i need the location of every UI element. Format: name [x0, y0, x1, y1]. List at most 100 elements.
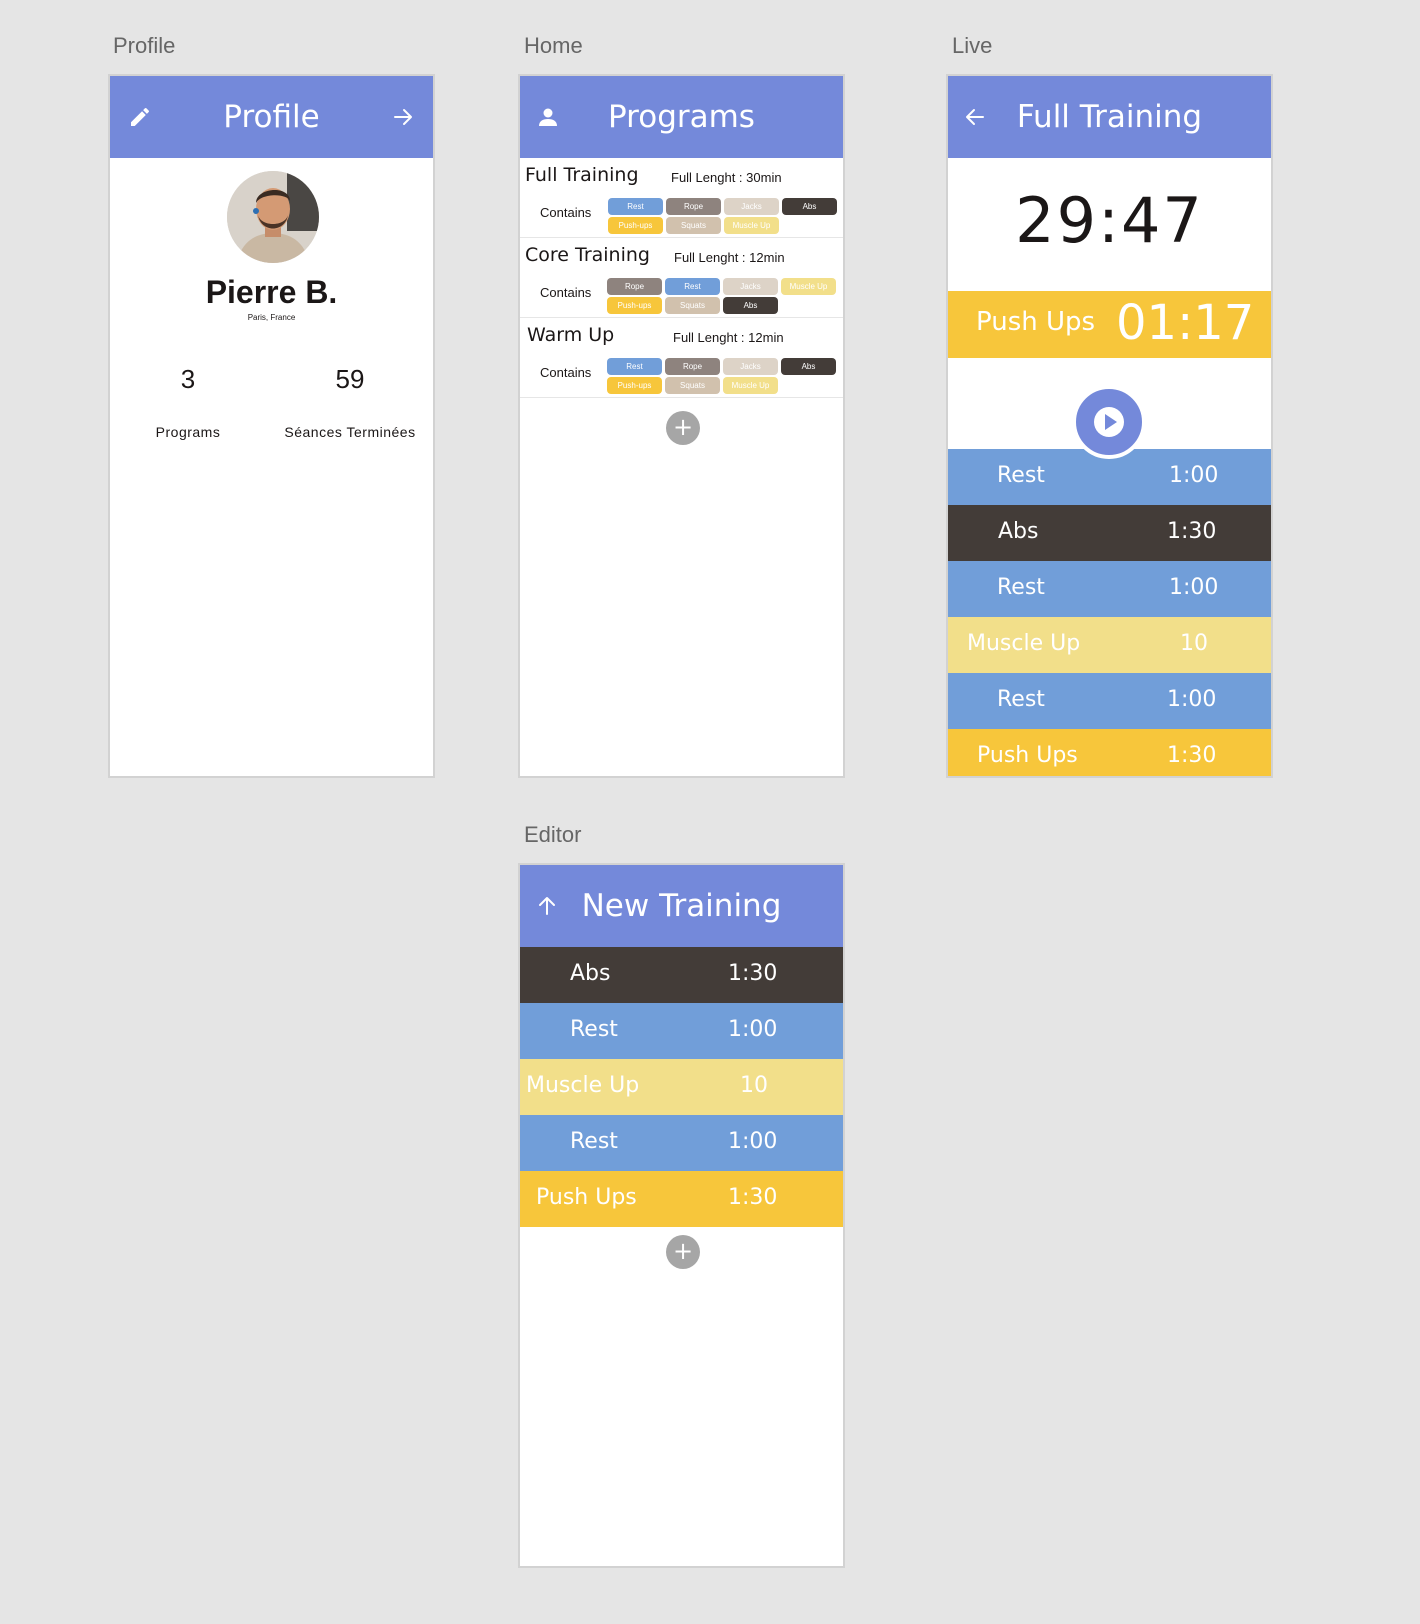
- tag-muscle-up: Muscle Up: [723, 377, 778, 394]
- tag-rope: Rope: [666, 198, 721, 215]
- editor-row-rest[interactable]: Rest 1:00: [520, 1003, 843, 1059]
- tag-muscle-up: Muscle Up: [724, 217, 779, 234]
- stat-sessions-value: 59: [335, 364, 365, 394]
- queue-row-name: Push Ups: [977, 743, 1078, 768]
- program-name: Core Training: [525, 244, 650, 266]
- editor-screen: New Training Abs 1:30 Rest 1:00 Muscle U…: [518, 863, 845, 1568]
- editor-row-name: Muscle Up: [526, 1073, 640, 1098]
- profile-location: Paris, France: [247, 313, 296, 322]
- tag-jacks: Jacks: [723, 278, 778, 295]
- tag-push-ups: Push-ups: [608, 217, 663, 234]
- live-header: Full Training: [948, 76, 1271, 158]
- queue-row-name: Rest: [997, 687, 1045, 712]
- tag-jacks: Jacks: [724, 198, 779, 215]
- program-name: Full Training: [525, 164, 639, 186]
- editor-row-abs[interactable]: Abs 1:30: [520, 947, 843, 1003]
- program-card[interactable]: Full Training Full Lenght : 30min Contai…: [520, 158, 843, 238]
- page-title: New Training: [581, 888, 782, 924]
- current-exercise-timer: 01:17: [1116, 295, 1255, 351]
- contains-label: Contains: [540, 365, 592, 380]
- tag-rest: Rest: [607, 358, 662, 375]
- program-length: Full Lenght : 12min: [673, 330, 784, 345]
- add-program-button[interactable]: +: [666, 411, 700, 445]
- tag-jacks: Jacks: [723, 358, 778, 375]
- queue-row-value: 1:30: [1167, 743, 1217, 768]
- tag-rest: Rest: [665, 278, 720, 295]
- queue-row-muscle-up[interactable]: Muscle Up 10: [948, 617, 1271, 673]
- tag-muscle-up: Muscle Up: [781, 278, 836, 295]
- editor-row-value: 1:30: [728, 961, 778, 986]
- tag-squats: Squats: [665, 297, 720, 314]
- avatar: [227, 171, 319, 263]
- queue-row-name: Rest: [997, 463, 1045, 488]
- editor-row-value: 1:00: [728, 1017, 778, 1042]
- current-exercise-name: Push Ups: [976, 307, 1096, 337]
- profile-name: Pierre B.: [205, 274, 338, 310]
- queue-row-push-ups[interactable]: Push Ups 1:30: [948, 729, 1271, 776]
- page-title: Programs: [608, 99, 755, 135]
- play-icon: [1094, 407, 1124, 437]
- pencil-icon[interactable]: [128, 105, 152, 129]
- tag-rope: Rope: [607, 278, 662, 295]
- home-header: Programs: [520, 76, 843, 158]
- queue-row-value: 1:30: [1167, 519, 1217, 544]
- queue-row-rest[interactable]: Rest 1:00: [948, 673, 1271, 729]
- editor-header: New Training: [520, 865, 843, 947]
- page-title: Profile: [223, 99, 320, 135]
- contains-label: Contains: [540, 285, 592, 300]
- artboard-title-profile: Profile: [113, 33, 176, 58]
- add-exercise-button[interactable]: +: [666, 1235, 700, 1269]
- editor-row-rest[interactable]: Rest 1:00: [520, 1115, 843, 1171]
- artboard-title-home: Home: [524, 33, 583, 58]
- queue-row-abs[interactable]: Abs 1:30: [948, 505, 1271, 561]
- profile-screen: Profile Pierre B. Paris, France 3 Progra…: [108, 74, 435, 778]
- tag-squats: Squats: [665, 377, 720, 394]
- editor-row-push-ups[interactable]: Push Ups 1:30: [520, 1171, 843, 1227]
- queue-row-value: 10: [1180, 631, 1208, 656]
- play-button[interactable]: [1072, 385, 1146, 459]
- tag-push-ups: Push-ups: [607, 297, 662, 314]
- editor-row-value: 1:00: [728, 1129, 778, 1154]
- artboard-title-editor: Editor: [524, 822, 582, 847]
- tag-abs: Abs: [782, 198, 837, 215]
- program-name: Warm Up: [527, 324, 615, 346]
- editor-row-name: Push Ups: [536, 1185, 637, 1210]
- queue-row-rest[interactable]: Rest 1:00: [948, 561, 1271, 617]
- page-title: Full Training: [1016, 99, 1203, 135]
- editor-row-name: Abs: [570, 961, 611, 986]
- stat-sessions-label: Séances Terminées: [284, 424, 416, 440]
- queue-row-name: Muscle Up: [967, 631, 1081, 656]
- stat-programs-value: 3: [180, 364, 196, 394]
- queue-row-name: Abs: [998, 519, 1039, 544]
- queue-row-value: 1:00: [1167, 687, 1217, 712]
- queue-row-name: Rest: [997, 575, 1045, 600]
- editor-row-muscle-up[interactable]: Muscle Up 10: [520, 1059, 843, 1115]
- live-screen: Full Training 29:47 Push Ups 01:17 Rest …: [946, 74, 1273, 778]
- editor-row-value: 1:30: [728, 1185, 778, 1210]
- arrow-left-icon[interactable]: [963, 105, 987, 129]
- queue-row-value: 1:00: [1169, 463, 1219, 488]
- editor-row-value: 10: [740, 1073, 768, 1098]
- arrow-right-icon[interactable]: [391, 105, 415, 129]
- tag-rest: Rest: [608, 198, 663, 215]
- queue-row-value: 1:00: [1169, 575, 1219, 600]
- editor-row-name: Rest: [570, 1017, 618, 1042]
- artboard-title-live: Live: [952, 33, 993, 58]
- program-card[interactable]: Core Training Full Lenght : 12min Contai…: [520, 238, 843, 318]
- program-length: Full Lenght : 12min: [674, 250, 785, 265]
- tag-abs: Abs: [781, 358, 836, 375]
- profile-header: Profile: [110, 76, 433, 158]
- stat-programs-label: Programs: [155, 424, 221, 440]
- tag-abs: Abs: [723, 297, 778, 314]
- current-exercise-bar: Push Ups 01:17: [948, 291, 1271, 358]
- home-screen: Programs Full Training Full Lenght : 30m…: [518, 74, 845, 778]
- tag-push-ups: Push-ups: [607, 377, 662, 394]
- user-icon[interactable]: [536, 105, 560, 129]
- contains-label: Contains: [540, 205, 592, 220]
- editor-row-name: Rest: [570, 1129, 618, 1154]
- total-timer: 29:47: [1015, 184, 1204, 257]
- arrow-up-icon[interactable]: [535, 894, 559, 918]
- program-length: Full Lenght : 30min: [671, 170, 782, 185]
- program-card[interactable]: Warm Up Full Lenght : 12min Contains Res…: [520, 318, 843, 398]
- tag-squats: Squats: [666, 217, 721, 234]
